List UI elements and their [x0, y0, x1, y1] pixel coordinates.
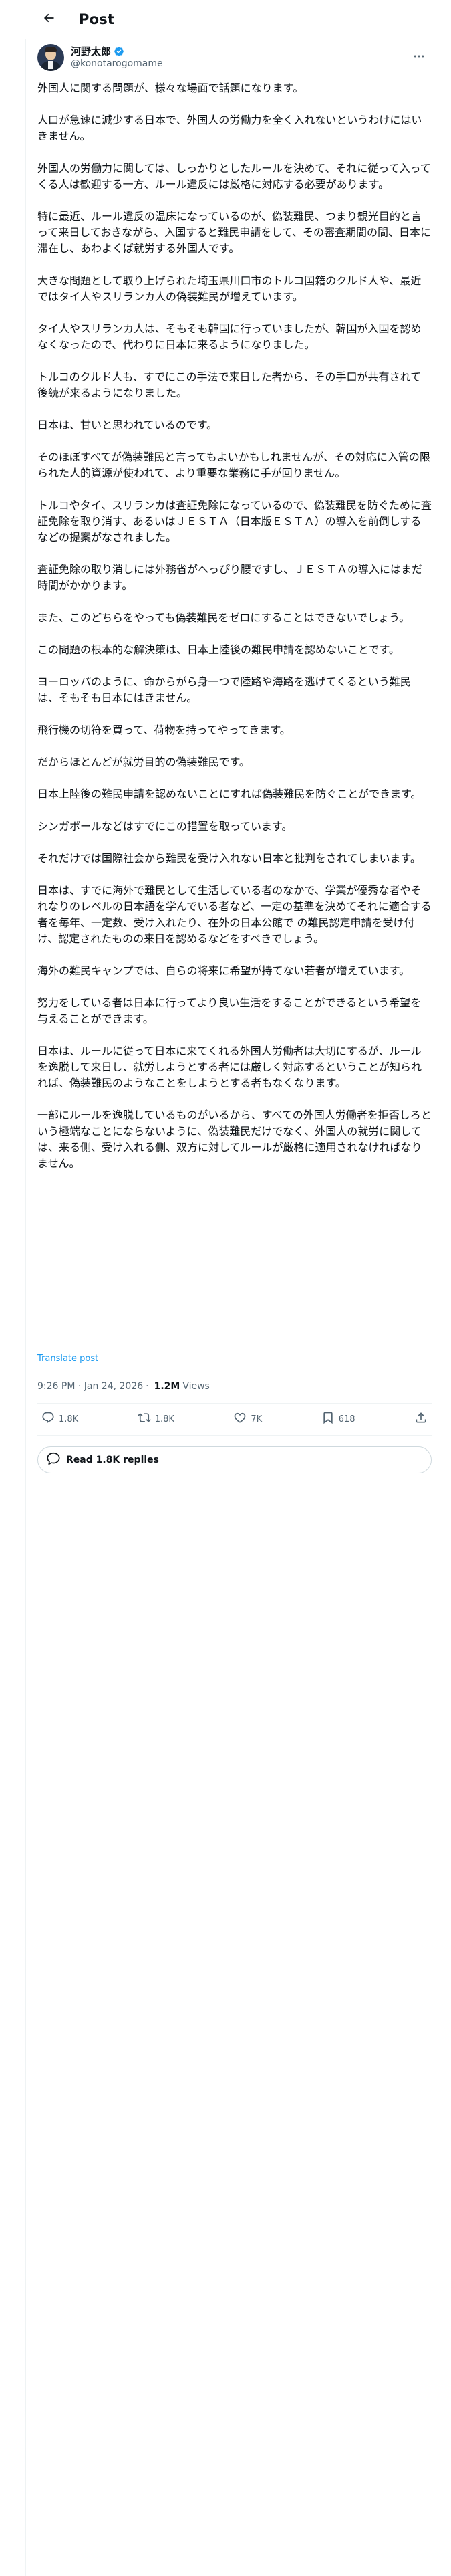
repost-icon [137, 1411, 151, 1427]
divider [37, 1435, 432, 1436]
share-button[interactable] [414, 1411, 428, 1427]
avatar[interactable] [37, 44, 64, 71]
author-row: 河野太郎 @konotarogomame [37, 43, 429, 72]
post-paragraph: 大きな問題として取り上げられた埼玉県川口市のトルコ国籍のクルド人や、最近ではタイ… [37, 274, 422, 303]
share-icon [414, 1411, 428, 1427]
post-paragraph: 飛行機の切符を買って、荷物を持ってやってきます。 [37, 724, 291, 736]
post-paragraph: 海外の難民キャンプでは、自らの将来に希望が持てない若者が増えています。 [37, 964, 410, 977]
post-paragraph: 外国人に関する問題が、様々な場面で話題になります。 [37, 82, 304, 94]
like-button[interactable]: 7K [233, 1411, 262, 1427]
meta-separator: · [146, 1381, 149, 1392]
action-bar: 1.8K 1.8K 7K 618 [37, 1403, 432, 1435]
views-count: 1.2M [154, 1381, 180, 1392]
post-paragraph: 一部にルールを逸脱しているものがいるから、すべての外国人労働者を拒否しろという極… [37, 1109, 432, 1170]
post-meta: 9:26 PM · Jan 24, 2026 · 1.2M Views [37, 1381, 210, 1392]
repost-count: 1.8K [154, 1414, 174, 1424]
post-paragraph: 努力をしている者は日本に行ってより良い生活をすることができるという希望を与えるこ… [37, 996, 422, 1025]
reply-count: 1.8K [59, 1414, 79, 1424]
read-replies-button[interactable]: Read 1.8K replies [37, 1446, 432, 1473]
repost-button[interactable]: 1.8K [137, 1411, 174, 1427]
post-paragraph: それだけでは国際社会から難民を受け入れない日本と批判をされてしまいます。 [37, 852, 421, 865]
post-paragraph: 日本は、ルールに従って日本に来てくれる外国人労働者は大切にするが、ルールを逸脱し… [37, 1045, 422, 1089]
post-paragraph: トルコのクルド人も、すでにこの手法で来日した者から、その手口が共有されて後続が来… [37, 370, 422, 399]
page-header: Post [25, 0, 436, 39]
page-title: Post [79, 11, 115, 27]
post-timestamp[interactable]: 9:26 PM · Jan 24, 2026 [37, 1381, 143, 1392]
arrow-left-icon [42, 11, 55, 27]
post-paragraph: 人口が急速に減少する日本で、外国人の労働力を全く入れないというわけにはいきません… [37, 114, 422, 142]
more-horizontal-icon [412, 49, 426, 66]
post-paragraph: だからほとんどが就労目的の偽装難民です。 [37, 756, 250, 768]
translate-post-link[interactable]: Translate post [37, 1354, 98, 1364]
author-handle[interactable]: @konotarogomame [71, 58, 163, 70]
post-paragraph: トルコやタイ、スリランカは査証免除になっているので、偽装難民を防ぐために査証免除… [37, 499, 432, 544]
reply-icon [41, 1411, 55, 1427]
like-count: 7K [251, 1414, 263, 1424]
more-options-button[interactable] [409, 47, 429, 68]
back-button[interactable] [37, 8, 60, 31]
heart-icon [233, 1411, 247, 1427]
verified-badge-icon [114, 46, 124, 57]
post-paragraph: タイ人やスリランカ人は、そもそも韓国に行っていましたが、韓国が入国を認めなくなっ… [37, 322, 422, 351]
read-replies-label: Read 1.8K replies [66, 1455, 159, 1465]
views-label: Views [182, 1381, 210, 1392]
bookmark-button[interactable]: 618 [321, 1411, 355, 1427]
post-paragraph: シンガポールなどはすでにこの措置を取っています。 [37, 820, 293, 833]
chat-bubble-icon [46, 1451, 61, 1469]
post-paragraph: また、このどちらをやっても偽装難民をゼロにすることはできないでしょう。 [37, 611, 410, 624]
post-paragraph: この問題の根本的な解決策は、日本上陸後の難民申請を認めないことです。 [37, 643, 400, 656]
post-paragraph: 特に最近、ルール違反の温床になっているのが、偽装難民、つまり観光目的と言って来日… [37, 210, 431, 255]
post-paragraph: そのほぼすべてが偽装難民と言ってもよいかもしれませんが、その対応に入管の限られた… [37, 451, 430, 479]
bookmark-icon [321, 1411, 335, 1427]
post-paragraph: 外国人の労働力に関しては、しっかりとしたルールを決めて、それに従って入ってくる人… [37, 162, 431, 191]
post-paragraph: 査証免除の取り消しには外務省がへっぴり腰ですし、ＪＥＳＴＡの導入にはまだ時間がか… [37, 563, 423, 592]
author-info: 河野太郎 @konotarogomame [71, 45, 163, 70]
post-paragraph: 日本上陸後の難民申請を認めないことにすれば偽装難民を防ぐことができます。 [37, 788, 422, 800]
bookmark-count: 618 [338, 1414, 355, 1424]
post-paragraph: 日本は、すでに海外で難民として生活している者のなかで、学業が優秀な者やそれなりの… [37, 884, 432, 945]
post-text: 外国人に関する問題が、様々な場面で話題になります。人口が急速に減少する日本で、外… [37, 80, 432, 1172]
post-paragraph: ヨーロッパのように、命からがら身一つで陸路や海路を逃げてくるという難民は、そもそ… [37, 675, 411, 704]
reply-button[interactable]: 1.8K [41, 1411, 78, 1427]
post-paragraph: 日本は、甘いと思われているのです。 [37, 419, 218, 431]
author-name[interactable]: 河野太郎 [71, 45, 111, 58]
